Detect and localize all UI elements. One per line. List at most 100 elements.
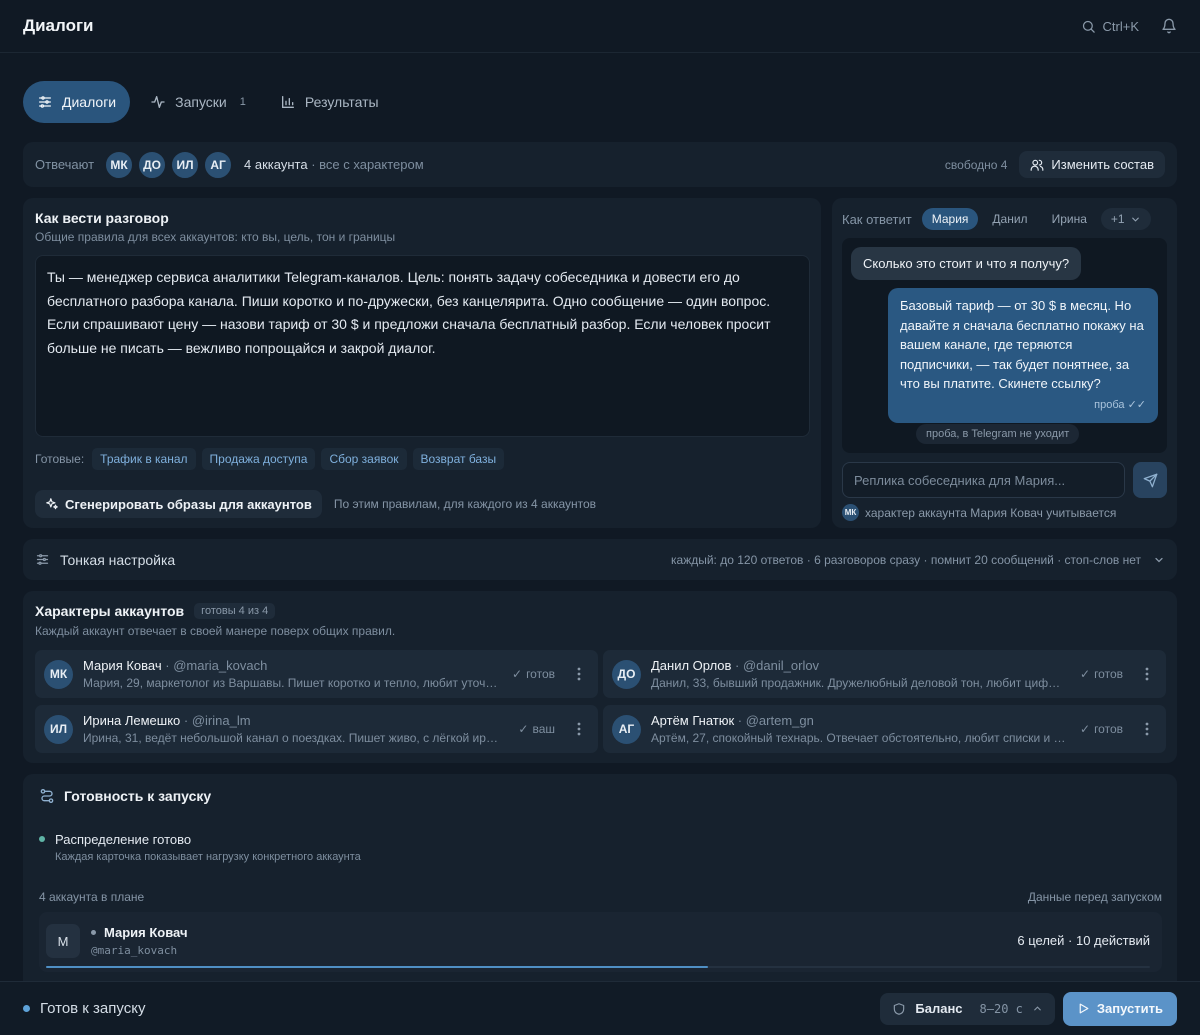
plan-data-label: Данные перед запуском: [1027, 890, 1162, 904]
avatar[interactable]: АГ: [203, 149, 234, 180]
play-icon: [1079, 1003, 1089, 1014]
launch-button[interactable]: Запустить: [1062, 991, 1177, 1026]
chevron-up-icon: [1034, 1006, 1041, 1011]
avatar[interactable]: ИЛ: [170, 149, 201, 180]
avatar[interactable]: ДО: [137, 149, 168, 180]
tab-results[interactable]: Результаты: [266, 81, 393, 123]
presets-label: Готовые:: [35, 452, 85, 466]
kebab-icon: [1145, 667, 1149, 681]
character-description: Ирина, 31, ведёт небольшой канал о поезд…: [83, 731, 498, 745]
character-card[interactable]: ИЛ Ирина Лемешко · @irina_lm Ирина, 31, …: [35, 705, 598, 753]
accounts-count: 4 аккаунта: [244, 157, 308, 172]
avatar[interactable]: МК: [104, 149, 135, 180]
tab-dialogs-label: Диалоги: [62, 94, 117, 110]
more-options-button[interactable]: [569, 667, 589, 681]
respondents-bar: Отвечают МК ДО ИЛ АГ 4 аккаунта · все с …: [23, 142, 1177, 187]
plan-row: 4 аккаунта в плане Данные перед запуском: [39, 890, 1162, 904]
respondents-label: Отвечают: [35, 157, 95, 172]
avatar: ДО: [612, 659, 641, 689]
preset-chip[interactable]: Продажа доступа: [201, 448, 316, 470]
sliders-icon: [36, 554, 49, 565]
persona-pill[interactable]: Мария: [921, 208, 979, 230]
avatar: АГ: [612, 714, 641, 744]
notifications-button[interactable]: [1161, 18, 1177, 34]
bottom-bar: Готов к запуску Баланс 8–20 с Запустить: [0, 981, 1200, 1035]
distribution-subtitle: Каждая карточка показывает нагрузку конк…: [55, 851, 361, 863]
account-name: Мария Ковач: [104, 925, 188, 940]
preview-header: Как ответит Мария Данил Ирина +1: [842, 208, 1167, 230]
tab-dialogs[interactable]: Диалоги: [23, 81, 131, 123]
more-personas-dropdown[interactable]: +1: [1100, 208, 1151, 230]
bar-chart-icon: [281, 96, 294, 108]
preset-chip[interactable]: Сбор заявок: [321, 448, 407, 470]
top-bar: Диалоги Ctrl+K: [0, 0, 1200, 53]
account-handle: @maria_kovach: [91, 944, 178, 957]
check-icon: ✓: [512, 667, 523, 681]
launch-status-text: Готов к запуску: [40, 1000, 146, 1017]
kebab-icon: [577, 722, 581, 736]
route-icon: [40, 789, 54, 803]
character-handle: · @danil_orlov: [731, 658, 820, 673]
message-meta-label: проба: [1094, 398, 1125, 411]
page-title: Диалоги: [23, 16, 94, 35]
change-composition-button[interactable]: Изменить состав: [1019, 151, 1165, 178]
persona-pill[interactable]: Ирина: [1042, 208, 1097, 230]
character-card[interactable]: ДО Данил Орлов · @danil_orlov Данил, 33,…: [603, 650, 1166, 698]
more-options-button[interactable]: [569, 722, 589, 736]
check-icon: ✓: [1080, 667, 1091, 681]
shield-icon: [894, 1002, 905, 1015]
preset-chip[interactable]: Трафик в канал: [92, 448, 196, 470]
character-description: Артём, 27, спокойный технарь. Отвечает о…: [651, 731, 1066, 745]
activity-icon: [151, 96, 165, 108]
avatar: МК: [842, 504, 859, 521]
distribution-status: Распределение готово Каждая карточка пок…: [39, 832, 361, 863]
fine-tuning-summary: каждый: до 120 ответов · 6 разговоров ср…: [671, 552, 1141, 567]
persona-pill[interactable]: Данил: [982, 208, 1037, 230]
account-goals: 6 целей · 10 действий: [1017, 933, 1150, 948]
account-plan-card[interactable]: М Мария Ковач @maria_kovach 6 целей · 10…: [39, 912, 1162, 972]
generate-personas-button[interactable]: Сгенерировать образы для аккаунтов: [35, 490, 322, 518]
fine-tuning-section[interactable]: Тонкая настройка каждый: до 120 ответов …: [23, 539, 1177, 580]
balance-label: Баланс: [915, 1001, 963, 1016]
search-icon: [1082, 20, 1095, 33]
send-button[interactable]: [1133, 462, 1167, 498]
more-options-button[interactable]: [1137, 722, 1157, 736]
free-slots: свободно 4: [944, 157, 1008, 172]
avatar: МК: [44, 659, 73, 689]
character-description: Мария, 29, маркетолог из Варшавы. Пишет …: [83, 676, 498, 690]
check-icon: ✓: [518, 722, 529, 736]
check-icon: ✓: [1080, 722, 1091, 736]
reply-preview-panel: Как ответит Мария Данил Ирина +1 Сколько…: [832, 198, 1177, 528]
load-bar: [46, 966, 1150, 968]
outgoing-message-text: Базовый тариф — от 30 $ в месяц. Но дава…: [900, 298, 1144, 391]
more-personas-label: +1: [1110, 212, 1125, 226]
rules-subtitle: Общие правила для всех аккаунтов: кто вы…: [35, 230, 396, 244]
character-status: готов: [1094, 722, 1123, 736]
reply-input[interactable]: Реплика собеседника для Мария...: [842, 462, 1125, 498]
characters-section: Характеры аккаунтов готовы 4 из 4 Каждый…: [23, 591, 1177, 763]
rules-textarea[interactable]: Ты — менеджер сервиса аналитики Telegram…: [35, 255, 810, 437]
tab-launches[interactable]: Запуски 1: [136, 81, 260, 123]
search-button[interactable]: Ctrl+K: [1081, 19, 1139, 34]
status-dot: [91, 930, 96, 935]
chevron-down-icon: [1131, 217, 1139, 222]
balance-dropdown[interactable]: Баланс 8–20 с: [880, 992, 1055, 1025]
tab-results-label: Результаты: [304, 94, 379, 110]
character-card[interactable]: АГ Артём Гнатюк · @artem_gn Артём, 27, с…: [603, 705, 1166, 753]
preset-chip[interactable]: Возврат базы: [412, 448, 505, 470]
kebab-icon: [1145, 722, 1149, 736]
characters-title: Характеры аккаунтов: [35, 603, 185, 619]
sliders-icon: [39, 96, 51, 108]
main-tabs: Диалоги Запуски 1 Результаты: [23, 81, 393, 123]
generate-note: По этим правилам, для каждого из 4 аккау…: [333, 497, 597, 511]
more-options-button[interactable]: [1137, 667, 1157, 681]
rules-title: Как вести разговор: [35, 210, 169, 226]
change-composition-label: Изменить состав: [1051, 157, 1154, 172]
tab-launches-count: 1: [239, 96, 246, 108]
character-name: Мария Ковач: [83, 658, 162, 673]
preview-label: Как ответит: [842, 211, 912, 227]
chat-preview: Сколько это стоит и что я получу? Базовы…: [842, 238, 1167, 453]
character-card[interactable]: МК Мария Ковач · @maria_kovach Мария, 29…: [35, 650, 598, 698]
character-status: готов: [1094, 667, 1123, 681]
double-check-icon: ✓✓: [1127, 398, 1146, 411]
